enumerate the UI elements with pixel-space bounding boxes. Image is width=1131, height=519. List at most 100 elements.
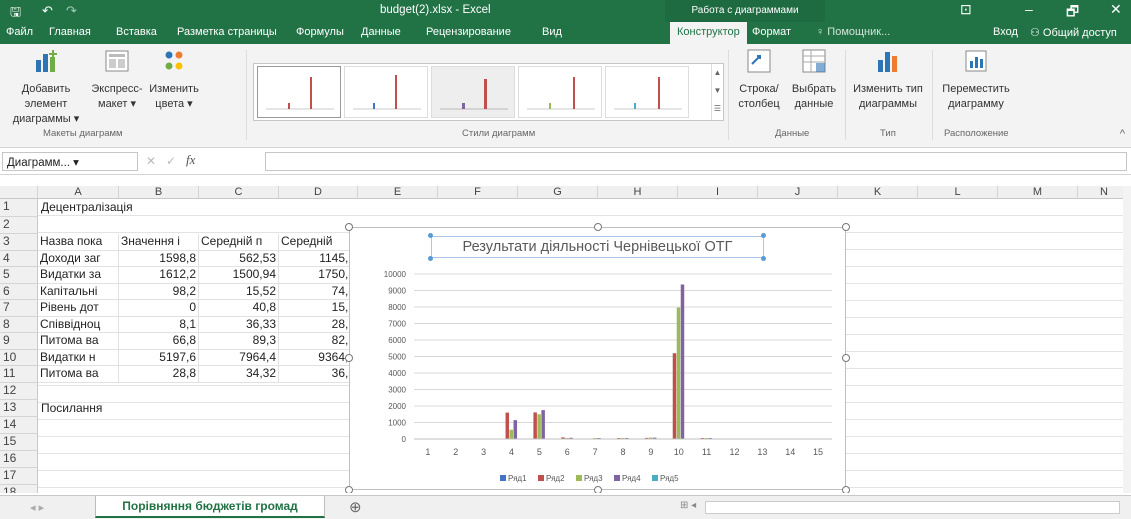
cell-d9[interactable]: 82,5	[279, 333, 358, 350]
share-button[interactable]: ⚇ Общий доступ	[1030, 26, 1117, 39]
add-sheet-icon[interactable]: ⊕	[349, 498, 362, 516]
cell-a13[interactable]: Посилання	[38, 401, 102, 415]
row-header[interactable]: 2	[0, 217, 38, 234]
row-header[interactable]: 8	[0, 317, 38, 333]
column-header[interactable]: A	[38, 186, 119, 199]
cell-c3[interactable]: Середній п	[199, 234, 279, 251]
column-header[interactable]: D	[279, 186, 358, 199]
cell-c7[interactable]: 40,8	[199, 300, 279, 317]
row-header[interactable]: 17	[0, 468, 38, 485]
resize-handle[interactable]	[345, 486, 353, 493]
cell-c4[interactable]: 562,53	[199, 251, 279, 267]
column-header[interactable]: C	[199, 186, 279, 199]
tab-tell-me[interactable]: ♀ Помощник...	[816, 26, 890, 38]
title-handle[interactable]	[428, 256, 433, 261]
select-all-corner[interactable]	[0, 186, 38, 199]
cell-c8[interactable]: 36,33	[199, 317, 279, 333]
column-header[interactable]: H	[598, 186, 678, 199]
tab-design[interactable]: Конструктор	[670, 22, 747, 44]
cell-b9[interactable]: 66,8	[119, 333, 199, 350]
cell-a8[interactable]: Співвідноц	[38, 317, 119, 333]
row-header[interactable]: 7	[0, 300, 38, 317]
resize-handle[interactable]	[842, 223, 850, 231]
column-header[interactable]: G	[518, 186, 598, 199]
quick-layout-button[interactable]: Экспресс-макет ▾	[90, 48, 144, 112]
tab-review[interactable]: Рецензирование	[426, 26, 511, 38]
resize-handle[interactable]	[842, 354, 850, 362]
move-chart-button[interactable]: Переместить диаграмму	[937, 48, 1015, 112]
add-chart-element-button[interactable]: Добавить элемент диаграммы ▾	[2, 48, 90, 127]
minimize-button[interactable]: –	[1025, 1, 1033, 17]
column-header[interactable]: M	[998, 186, 1078, 199]
chart-title[interactable]: Результати діяльності Чернівецької ОТГ	[431, 236, 764, 258]
cell-b6[interactable]: 98,2	[119, 284, 199, 300]
cell-a6[interactable]: Капітальні	[38, 284, 119, 300]
cell-b3[interactable]: Значення і	[119, 234, 199, 251]
select-data-button[interactable]: Выбрать данные	[787, 48, 841, 112]
resize-handle[interactable]	[594, 223, 602, 231]
row-header[interactable]: 16	[0, 451, 38, 468]
resize-handle[interactable]	[345, 223, 353, 231]
column-header[interactable]: E	[358, 186, 438, 199]
cell-d7[interactable]: 15,5	[279, 300, 358, 317]
cell-d11[interactable]: 36,5	[279, 366, 358, 383]
collapse-ribbon-icon[interactable]: ^	[1120, 128, 1125, 140]
tab-page-layout[interactable]: Разметка страницы	[177, 26, 277, 38]
tab-home[interactable]: Главная	[49, 26, 91, 38]
column-header[interactable]: I	[678, 186, 758, 199]
cell-b8[interactable]: 8,1	[119, 317, 199, 333]
tab-formulas[interactable]: Формулы	[296, 26, 344, 38]
cell-a3[interactable]: Назва пока	[38, 234, 119, 251]
gallery-scroll[interactable]: ▲ ▼ ☰	[711, 64, 723, 120]
sheet-nav-arrows[interactable]: ◂ ▸	[30, 501, 44, 514]
cell-d3[interactable]: Середній	[279, 234, 358, 251]
column-header[interactable]: F	[438, 186, 518, 199]
row-header[interactable]: 11	[0, 366, 38, 383]
column-header[interactable]: L	[918, 186, 998, 199]
cell-c10[interactable]: 7964,4	[199, 350, 279, 366]
chart-style-5[interactable]	[605, 66, 689, 118]
cell-b10[interactable]: 5197,6	[119, 350, 199, 366]
cell-b4[interactable]: 1598,8	[119, 251, 199, 267]
cell-d6[interactable]: 74,8	[279, 284, 358, 300]
chart-style-3[interactable]	[431, 66, 515, 118]
chart-object[interactable]: Результати діяльності Чернівецької ОТГ 0…	[349, 227, 846, 490]
row-header[interactable]: 3	[0, 234, 38, 251]
cell-a5[interactable]: Видатки за	[38, 267, 119, 284]
row-header[interactable]: 6	[0, 284, 38, 300]
change-chart-type-button[interactable]: Изменить тип диаграммы	[848, 48, 928, 112]
switch-row-column-button[interactable]: Строка/ столбец	[733, 48, 785, 112]
cell-b11[interactable]: 28,8	[119, 366, 199, 383]
row-header[interactable]: 12	[0, 383, 38, 400]
cell-c6[interactable]: 15,52	[199, 284, 279, 300]
tab-view[interactable]: Вид	[542, 26, 562, 38]
cell-a1[interactable]: Децентралізація	[38, 200, 133, 214]
horizontal-scrollbar[interactable]	[705, 501, 1120, 514]
chart-style-2[interactable]	[344, 66, 428, 118]
column-header[interactable]: B	[119, 186, 199, 199]
row-header[interactable]: 10	[0, 350, 38, 366]
row-header[interactable]: 9	[0, 333, 38, 350]
confirm-icon[interactable]: ✓	[166, 154, 176, 168]
chart-style-1[interactable]	[257, 66, 341, 118]
cell-a9[interactable]: Питома ва	[38, 333, 119, 350]
cell-b5[interactable]: 1612,2	[119, 267, 199, 284]
cell-a7[interactable]: Рівень дот	[38, 300, 119, 317]
tab-insert[interactable]: Вставка	[116, 26, 157, 38]
resize-handle[interactable]	[842, 486, 850, 493]
column-header[interactable]: K	[838, 186, 918, 199]
row-header[interactable]: 14	[0, 417, 38, 434]
redo-icon[interactable]: ↷	[66, 3, 77, 19]
row-header[interactable]: 4	[0, 251, 38, 267]
ribbon-display-options-icon[interactable]: ⊡	[960, 1, 972, 18]
horizontal-scroll-controls[interactable]: ⊞ ◂	[680, 500, 696, 511]
cell-d8[interactable]: 28,3	[279, 317, 358, 333]
cell-a4[interactable]: Доходи заг	[38, 251, 119, 267]
insert-function-icon[interactable]: fx	[186, 152, 195, 168]
tab-file[interactable]: Файл	[6, 26, 33, 38]
sign-in-link[interactable]: Вход	[993, 26, 1018, 38]
cell-d5[interactable]: 1750,8	[279, 267, 358, 284]
cell-c5[interactable]: 1500,94	[199, 267, 279, 284]
undo-icon[interactable]: ↶	[42, 3, 53, 19]
formula-input[interactable]	[265, 152, 1127, 171]
